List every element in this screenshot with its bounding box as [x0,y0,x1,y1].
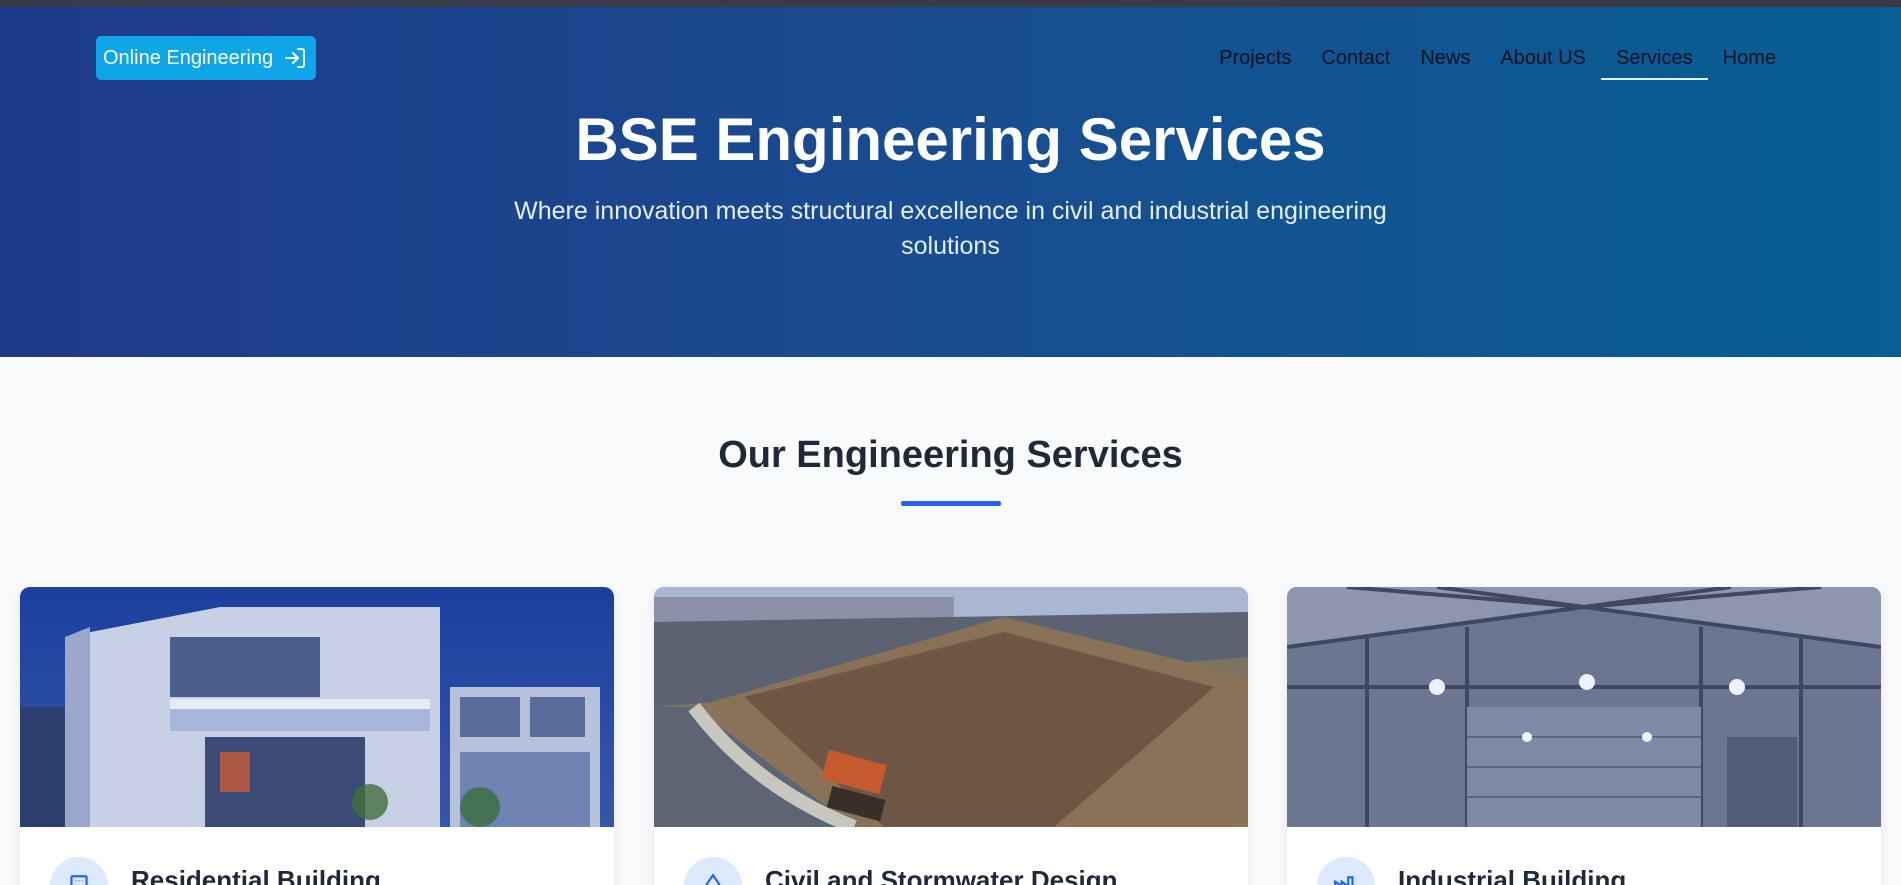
browser-top-strip [0,0,1901,7]
main-nav: Projects Contact News About US Services … [1204,41,1791,80]
nav-news[interactable]: News [1405,41,1485,76]
nav-home[interactable]: Home [1708,41,1791,76]
service-card-civil[interactable]: Civil and Stormwater Design [654,587,1248,885]
industrial-building-image [1287,587,1881,827]
login-icon [285,48,306,68]
online-engineering-button[interactable]: Online Engineering [96,36,316,80]
nav-projects[interactable]: Projects [1204,41,1306,76]
drop-icon [705,873,721,885]
factory-icon-badge [1317,857,1375,885]
building-icon [70,875,88,885]
service-card-title: Residential Building [131,865,381,885]
nav-about-us[interactable]: About US [1485,41,1601,76]
service-card-title: Industrial Building [1398,865,1627,885]
service-card-title: Civil and Stormwater Design [765,865,1118,885]
services-heading: Our Engineering Services [718,434,1183,476]
heading-underline [901,501,1001,506]
drop-icon-badge [684,857,742,885]
nav-services[interactable]: Services [1600,41,1708,80]
residential-building-image [20,587,614,827]
service-card-residential[interactable]: Residential Building [20,587,614,885]
building-icon-badge [50,857,108,885]
factory-icon [1334,876,1354,885]
hero-title: BSE Engineering Services [575,106,1326,173]
service-card-industrial[interactable]: Industrial Building [1287,587,1881,885]
hero-subtitle: Where innovation meets structural excell… [514,197,1387,260]
civil-stormwater-image [654,587,1248,827]
online-engineering-label: Online Engineering [103,46,274,69]
hero-section: Online Engineering Projects Contact News… [0,7,1901,357]
nav-contact[interactable]: Contact [1306,41,1405,76]
